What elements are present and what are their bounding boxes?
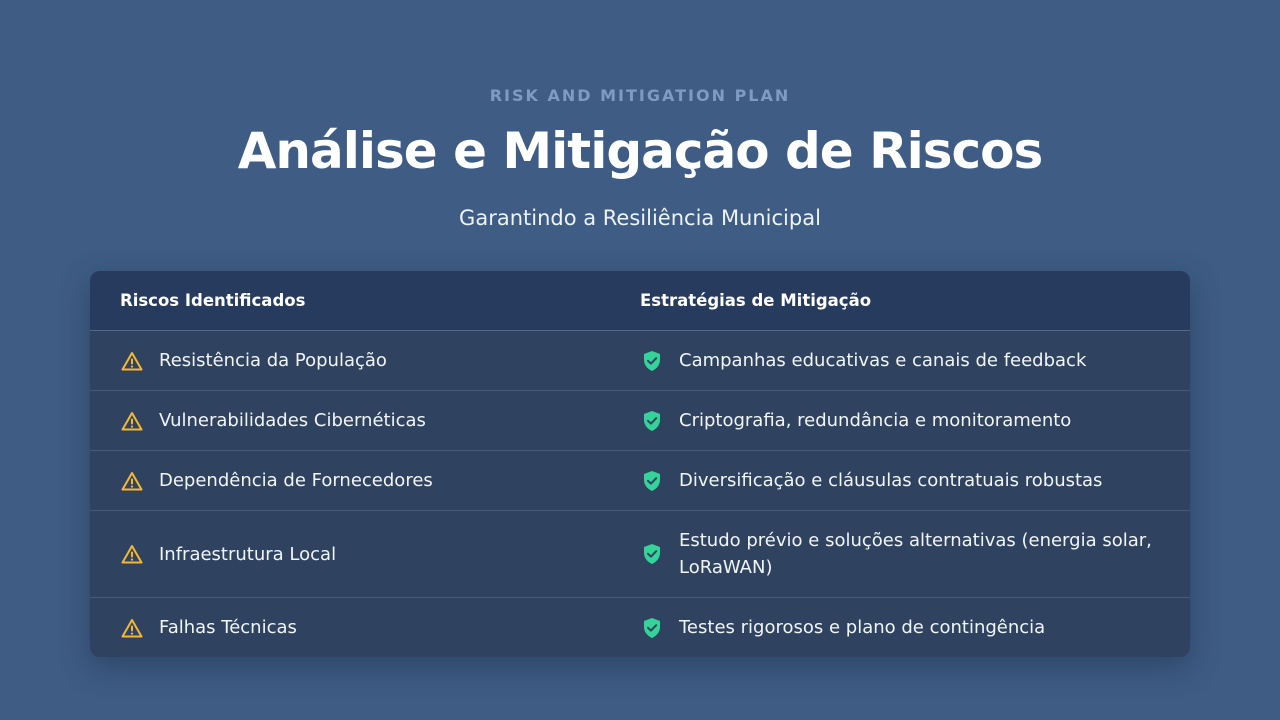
page-subtitle: Garantindo a Resiliência Municipal	[459, 206, 821, 230]
risk-label: Falhas Técnicas	[159, 617, 297, 638]
column-header-mitigation: Estratégias de Mitigação	[640, 291, 872, 310]
risk-cell: Dependência de Fornecedores	[90, 467, 610, 494]
mitigation-cell: Campanhas educativas e canais de feedbac…	[610, 347, 1190, 374]
shield-check-icon	[640, 409, 664, 433]
risk-label: Vulnerabilidades Cibernéticas	[159, 410, 426, 431]
risk-cell: Infraestrutura Local	[90, 541, 610, 568]
page-title: Análise e Mitigação de Riscos	[237, 122, 1044, 180]
warning-triangle-icon	[120, 542, 144, 566]
table-row: Vulnerabilidades Cibernéticas Criptograf…	[90, 391, 1190, 451]
mitigation-cell: Diversificação e cláusulas contratuais r…	[610, 467, 1190, 494]
shield-check-icon	[640, 616, 664, 640]
mitigation-label: Testes rigorosos e plano de contingência	[679, 617, 1046, 638]
mitigation-label: Criptografia, redundância e monitorament…	[679, 410, 1072, 431]
shield-check-icon	[640, 542, 664, 566]
mitigation-cell: Testes rigorosos e plano de contingência	[610, 614, 1190, 641]
risk-mitigation-table: Riscos Identificados Estratégias de Miti…	[90, 271, 1190, 657]
warning-triangle-icon	[120, 469, 144, 493]
mitigation-label: Campanhas educativas e canais de feedbac…	[679, 350, 1087, 371]
risk-cell: Falhas Técnicas	[90, 614, 610, 641]
risk-label: Infraestrutura Local	[159, 543, 337, 565]
warning-triangle-icon	[120, 349, 144, 373]
mitigation-cell: Criptografia, redundância e monitorament…	[610, 407, 1190, 434]
risk-label: Resistência da População	[159, 350, 387, 371]
mitigation-label: Diversificação e cláusulas contratuais r…	[679, 470, 1103, 491]
table-header: Riscos Identificados Estratégias de Miti…	[90, 271, 1190, 331]
warning-triangle-icon	[120, 409, 144, 433]
risk-cell: Vulnerabilidades Cibernéticas	[90, 407, 610, 434]
eyebrow-label: RISK AND MITIGATION PLAN	[489, 86, 791, 105]
mitigation-cell: Estudo prévio e soluções alternativas (e…	[610, 527, 1190, 581]
shield-check-icon	[640, 469, 664, 493]
mitigation-label: Estudo prévio e soluções alternativas (e…	[679, 530, 1152, 578]
table-row: Infraestrutura Local Estudo prévio e sol…	[90, 511, 1190, 598]
column-header-risks: Riscos Identificados	[120, 291, 306, 310]
risk-cell: Resistência da População	[90, 347, 610, 374]
warning-triangle-icon	[120, 616, 144, 640]
table-row: Resistência da População Campanhas educa…	[90, 331, 1190, 391]
table-row: Dependência de Fornecedores Diversificaç…	[90, 451, 1190, 511]
shield-check-icon	[640, 349, 664, 373]
table-row: Falhas Técnicas Testes rigorosos e plano…	[90, 598, 1190, 657]
risk-label: Dependência de Fornecedores	[159, 470, 433, 491]
